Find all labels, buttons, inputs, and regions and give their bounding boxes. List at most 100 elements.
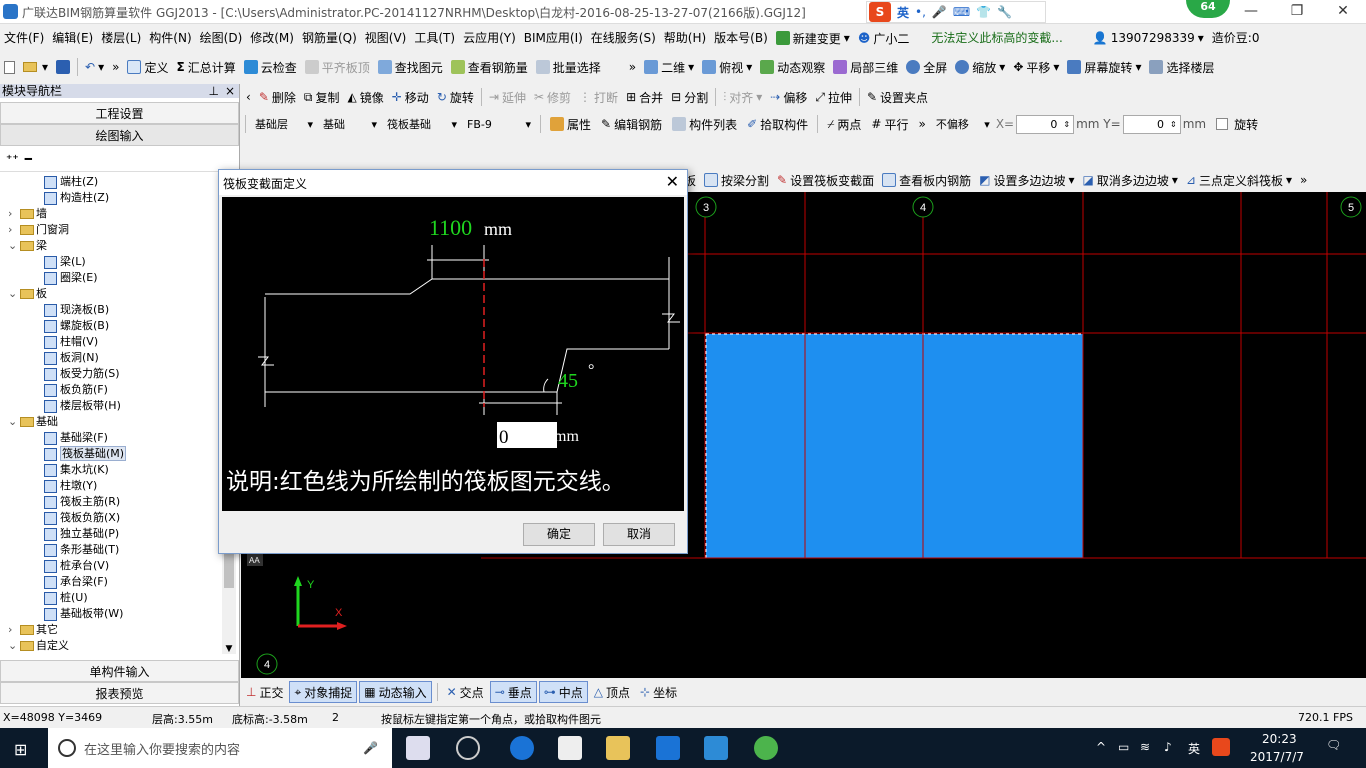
- edit-rebar-button[interactable]: ✎ 编辑钢筋: [597, 113, 666, 135]
- layer-select[interactable]: 基础层 ▾: [251, 115, 317, 134]
- raft-slab-region[interactable]: [706, 334, 1083, 558]
- notification-icon[interactable]: 🗨: [1326, 738, 1341, 752]
- cancel-polygon-slope-button[interactable]: ◪ 取消多边边坡 ▾: [1079, 169, 1182, 191]
- tree-folder[interactable]: ⌄ 板: [0, 286, 222, 302]
- task-view-icon[interactable]: [406, 736, 430, 760]
- dialog-cancel-button[interactable]: 取消: [603, 523, 675, 546]
- view-2d-dropdown[interactable]: 二维 ▾: [640, 56, 698, 78]
- parallel-button[interactable]: # 平行: [867, 113, 912, 135]
- x-input[interactable]: 0 ⇕: [1016, 114, 1075, 134]
- view-rebar-button[interactable]: 查看钢筋量: [447, 56, 532, 78]
- menu-tools[interactable]: 工具(T): [410, 26, 459, 50]
- height-input-value[interactable]: 0: [499, 427, 509, 448]
- microphone-icon[interactable]: 🎤: [363, 741, 378, 755]
- tree-expand-icon[interactable]: ›: [8, 622, 20, 638]
- menu-draw[interactable]: 绘图(D): [196, 26, 247, 50]
- tree-item[interactable]: 承台梁(F): [0, 574, 222, 590]
- taskbar-time[interactable]: 20:23: [1262, 732, 1297, 746]
- report-preview-button[interactable]: 报表预览: [0, 682, 239, 704]
- cloud-check-button[interactable]: 云检查: [240, 56, 301, 78]
- copy-button[interactable]: ⧉ 复制: [300, 86, 344, 108]
- menu-bim[interactable]: BIM应用(I): [520, 26, 587, 50]
- select-floor-button[interactable]: 选择楼层: [1145, 56, 1218, 78]
- minimize-button[interactable]: —: [1228, 0, 1274, 24]
- expand-all-icon[interactable]: ⁺⁺: [6, 152, 19, 166]
- tree-item[interactable]: 桩(U): [0, 590, 222, 606]
- sum-calc-button[interactable]: Σ 汇总计算: [172, 56, 239, 78]
- mirror-button[interactable]: ◭ 镜像: [343, 86, 387, 108]
- tray-wifi-icon[interactable]: ≋: [1140, 740, 1150, 754]
- two-points-button[interactable]: ⌿ 两点: [823, 113, 865, 135]
- tree-item[interactable]: 端柱(Z): [0, 174, 222, 190]
- tree-folder[interactable]: › 墙: [0, 206, 222, 222]
- rotate-checkbox[interactable]: [1216, 118, 1229, 130]
- midpoint-snap[interactable]: ⊶ 中点: [538, 681, 588, 703]
- tray-up-icon[interactable]: ^: [1096, 740, 1106, 754]
- break-button[interactable]: ⋮ 打断: [575, 86, 622, 108]
- tree-folder[interactable]: › 门窗洞: [0, 222, 222, 238]
- notice-text[interactable]: 无法定义此标高的变截...: [927, 26, 1066, 50]
- menu-help[interactable]: 帮助(H): [660, 26, 710, 50]
- trim-button[interactable]: ✂ 修剪: [530, 86, 575, 108]
- menu-cloud[interactable]: 云应用(Y): [459, 26, 520, 50]
- tree-folder[interactable]: ⌄ 基础: [0, 414, 222, 430]
- tree-item[interactable]: 基础梁(F): [0, 430, 222, 446]
- tree-item[interactable]: 筏板负筋(X): [0, 510, 222, 526]
- panel-close-icon[interactable]: ×: [225, 84, 235, 98]
- punctuation-icon[interactable]: •,: [915, 5, 926, 19]
- define-button[interactable]: 定义: [123, 56, 172, 78]
- tree-item[interactable]: 梁(L): [0, 254, 222, 270]
- tree-item[interactable]: 柱墩(Y): [0, 478, 222, 494]
- menu-floor[interactable]: 楼层(L): [97, 26, 145, 50]
- tree-item[interactable]: 板负筋(F): [0, 382, 222, 398]
- flat-top-button[interactable]: 平齐板顶: [301, 56, 374, 78]
- perpendicular-snap[interactable]: ⊸ 垂点: [489, 681, 537, 703]
- expand-toolbar-icon[interactable]: ‹: [242, 86, 255, 108]
- collapse-all-icon[interactable]: ━: [25, 152, 32, 166]
- tree-folder[interactable]: ⌄ 自定义: [0, 638, 222, 654]
- assistant-button[interactable]: ☻ 广小二: [854, 27, 914, 49]
- microphone-icon[interactable]: 🎤: [932, 5, 947, 19]
- batch-select-button[interactable]: 批量选择: [532, 56, 605, 78]
- find-element-button[interactable]: 查找图元: [374, 56, 447, 78]
- tree-item[interactable]: 螺旋板(B): [0, 318, 222, 334]
- vertex-snap[interactable]: △ 顶点: [590, 681, 634, 703]
- split-button[interactable]: ⊟ 分割: [667, 86, 712, 108]
- tree-item[interactable]: 基础板带(W): [0, 606, 222, 622]
- ortho-toggle[interactable]: ⊥ 正交: [242, 681, 287, 703]
- rotate-button[interactable]: ↻ 旋转: [433, 86, 478, 108]
- menu-file[interactable]: 文件(F): [0, 26, 48, 50]
- new-file-button[interactable]: [0, 56, 19, 78]
- tray-volume-icon[interactable]: ♪: [1164, 740, 1172, 754]
- menu-element[interactable]: 构件(N): [145, 26, 195, 50]
- taskbar-search-box[interactable]: 在这里输入你要搜索的内容 🎤: [48, 728, 392, 768]
- tree-item[interactable]: 筏板主筋(R): [0, 494, 222, 510]
- menu-modify[interactable]: 修改(M): [246, 26, 298, 50]
- align-dropdown[interactable]: ⫶ 对齐 ▾: [719, 86, 766, 108]
- local-3d-button[interactable]: 局部三维: [829, 56, 902, 78]
- active-app-icon[interactable]: [704, 736, 728, 760]
- stretch-button[interactable]: ⤢ 拉伸: [811, 86, 856, 108]
- tree-item[interactable]: 板洞(N): [0, 350, 222, 366]
- maximize-button[interactable]: ❐: [1274, 0, 1320, 24]
- type-select[interactable]: 筏板基础 ▾: [383, 115, 461, 134]
- tray-monitor-icon[interactable]: ▭: [1118, 740, 1129, 754]
- spinner-icon[interactable]: ⇕: [1170, 120, 1177, 129]
- glodon-app-icon[interactable]: [656, 736, 680, 760]
- taskbar-date[interactable]: 2017/7/7: [1250, 750, 1304, 764]
- project-settings-button[interactable]: 工程设置: [0, 102, 239, 124]
- tree-expand-icon[interactable]: ⌄: [8, 638, 20, 654]
- refresh-app-icon[interactable]: [754, 736, 778, 760]
- single-input-button[interactable]: 单构件输入: [0, 660, 239, 682]
- element-select[interactable]: FB-9 ▾: [463, 115, 535, 134]
- menu-version[interactable]: 版本号(B): [710, 26, 772, 50]
- edge-browser-icon[interactable]: [510, 736, 534, 760]
- menu-edit[interactable]: 编辑(E): [48, 26, 97, 50]
- undo-button[interactable]: ↶ ▾: [81, 56, 108, 78]
- tree-folder[interactable]: › 其它: [0, 622, 222, 638]
- tree-expand-icon[interactable]: ⌄: [8, 238, 20, 254]
- delete-button[interactable]: ✎ 删除: [255, 86, 300, 108]
- overflow-chevron-icon-3[interactable]: »: [914, 113, 929, 135]
- category-select[interactable]: 基础 ▾: [319, 115, 381, 134]
- menu-online[interactable]: 在线服务(S): [587, 26, 660, 50]
